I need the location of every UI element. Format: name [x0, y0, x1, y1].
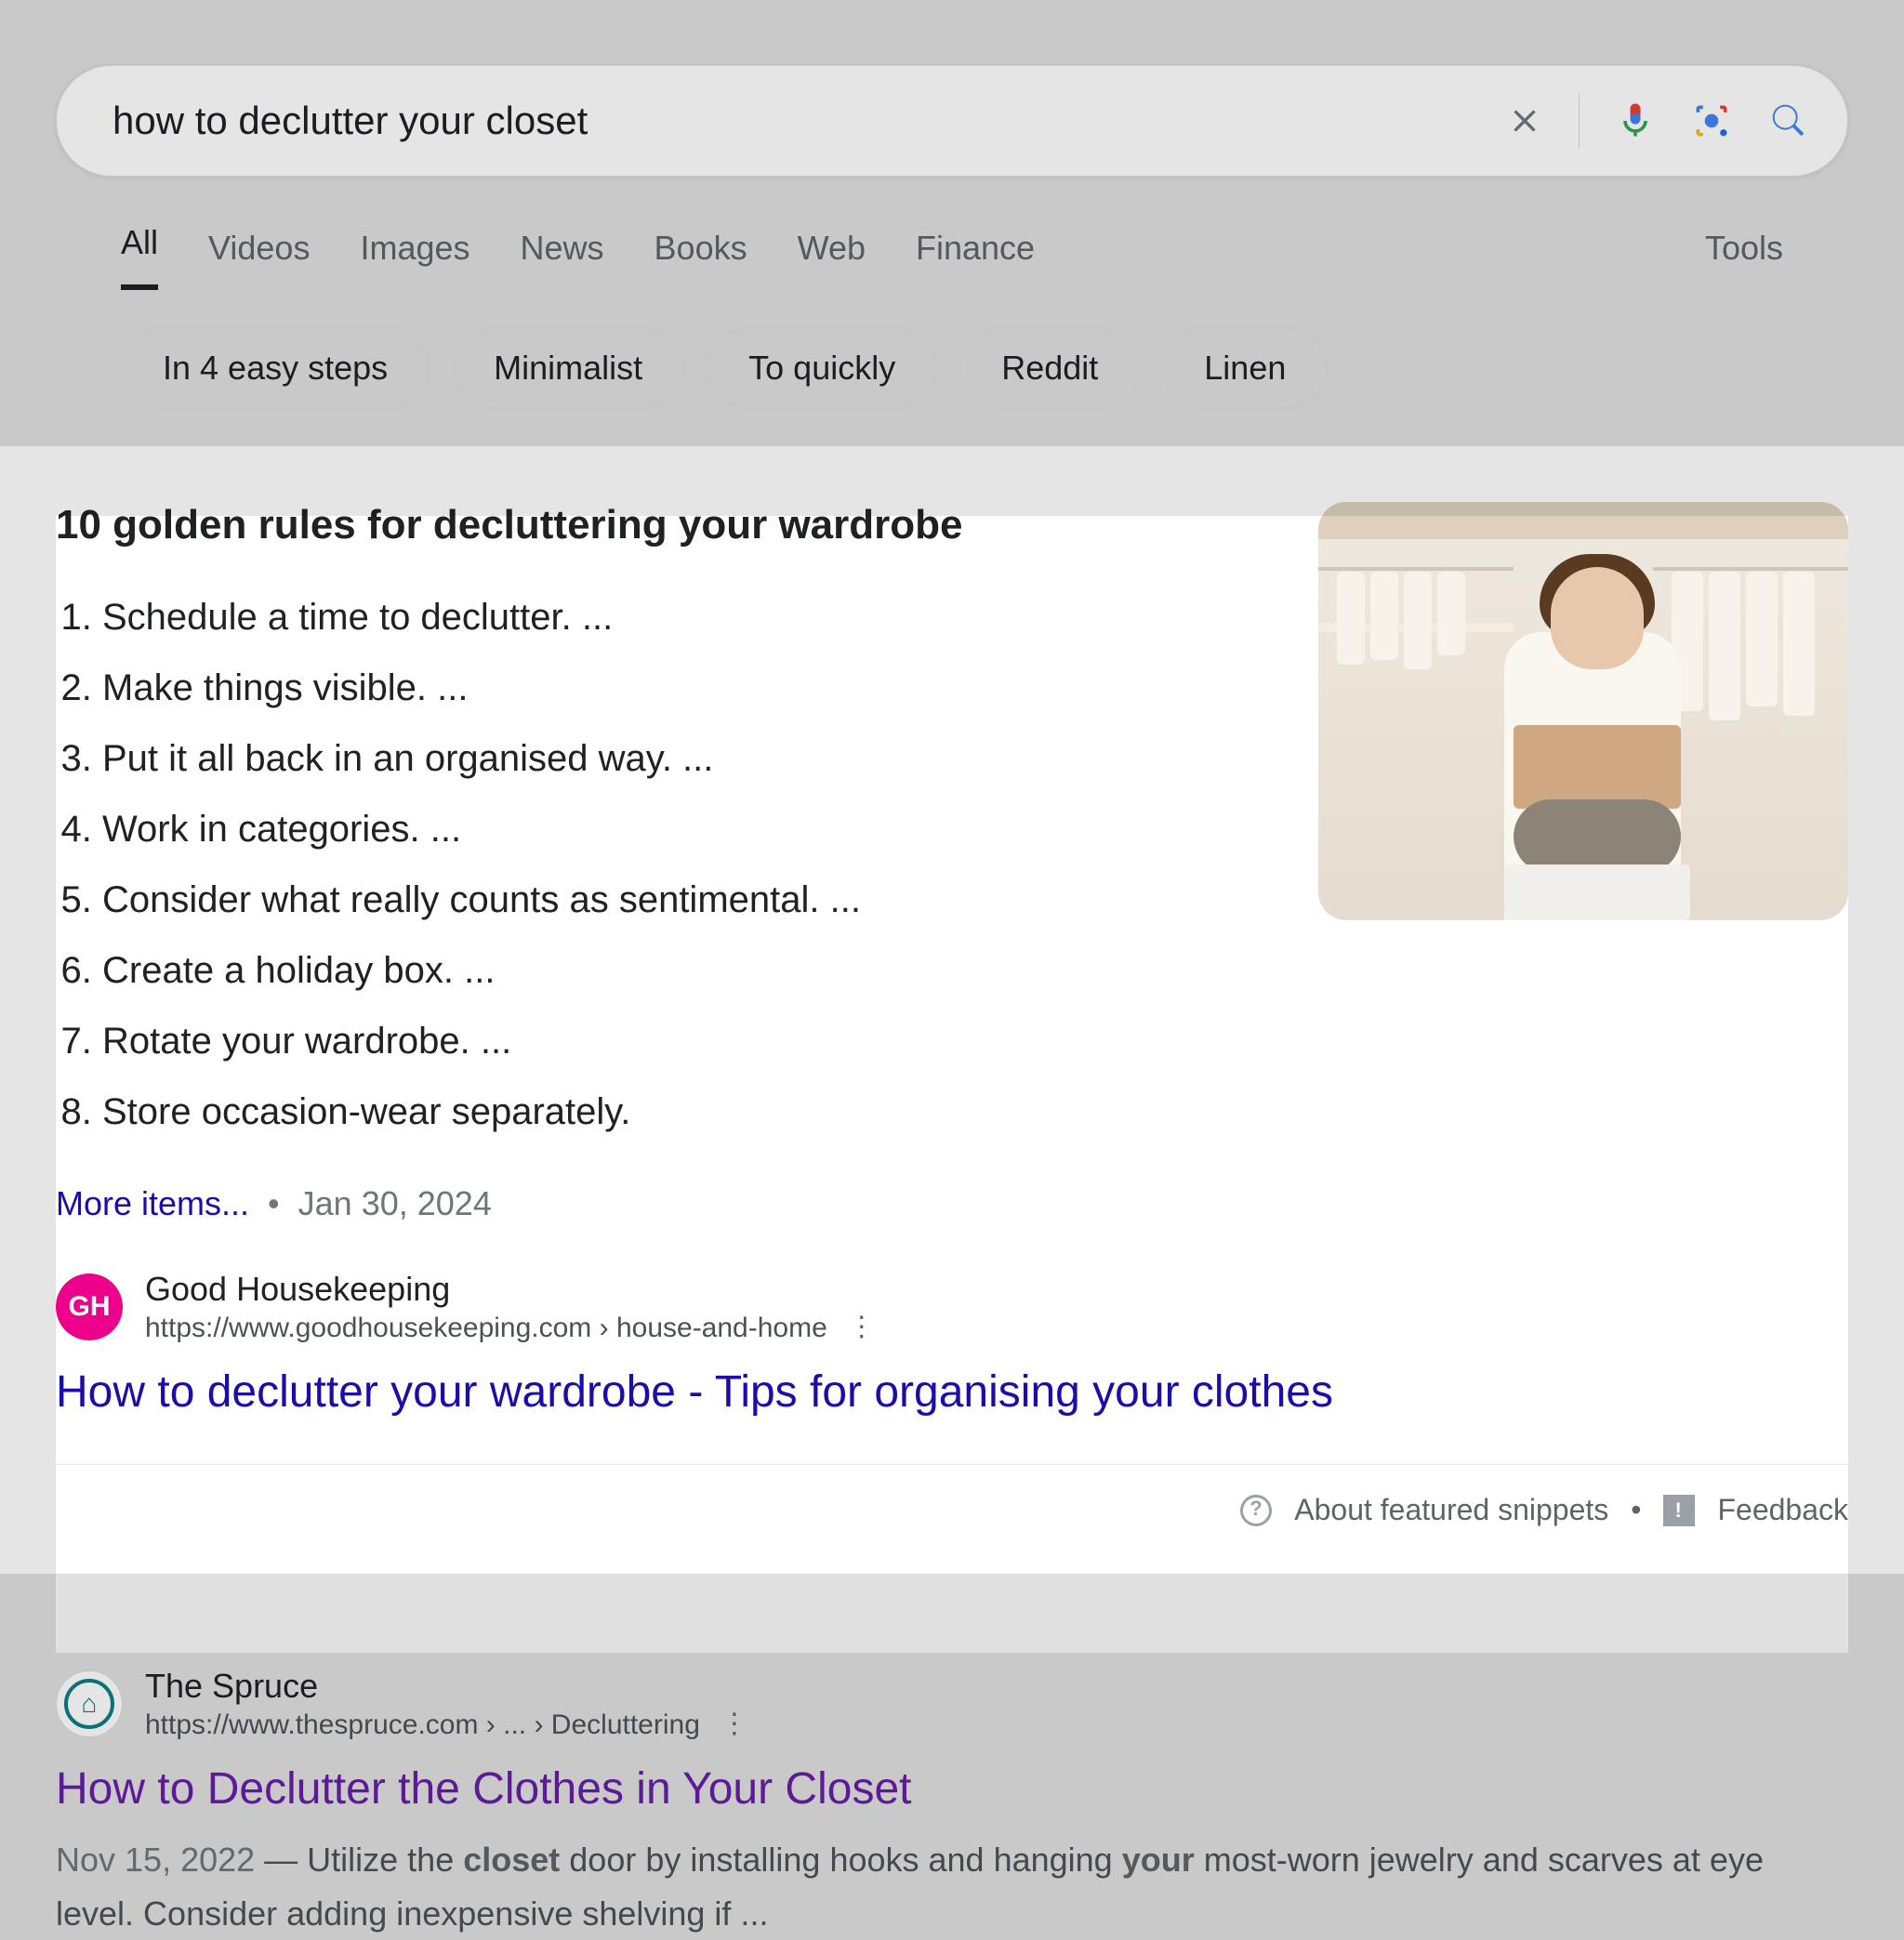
result-snippet: Nov 15, 2022 — Utilize the closet door b… — [56, 1833, 1848, 1940]
result-site-name: The Spruce — [145, 1667, 748, 1706]
tab-finance[interactable]: Finance — [916, 229, 1035, 290]
house-icon: ⌂ — [82, 1689, 98, 1719]
chip[interactable]: Linen — [1162, 327, 1328, 409]
featured-source: GH Good Housekeeping https://www.goodhou… — [56, 1270, 1848, 1418]
result-url: https://www.thespruce.com › ... › Declut… — [145, 1709, 700, 1741]
tab-images[interactable]: Images — [360, 229, 469, 290]
chip[interactable]: In 4 easy steps — [121, 327, 430, 409]
source-url: https://www.goodhousekeeping.com › house… — [145, 1313, 827, 1344]
list-item: Consider what really counts as sentiment… — [102, 864, 1272, 935]
featured-footer: About featured snippets • Feedback — [56, 1464, 1848, 1527]
separator-dot: • — [1631, 1493, 1641, 1527]
featured-snippet-image[interactable] — [1318, 502, 1848, 920]
tab-news[interactable]: News — [521, 229, 604, 290]
list-item: Create a holiday box. ... — [102, 935, 1272, 1006]
about-featured-snippets-link[interactable]: About featured snippets — [1294, 1493, 1608, 1527]
tools-button[interactable]: Tools — [1705, 229, 1783, 290]
favicon-thespruce: ⌂ — [56, 1670, 123, 1737]
featured-snippet-title: 10 golden rules for decluttering your wa… — [56, 502, 1272, 548]
search-result: ⌂ The Spruce https://www.thespruce.com ›… — [56, 1667, 1848, 1940]
snippet-text: door by installing hooks and hanging — [560, 1841, 1121, 1879]
featured-snippet-list: Schedule a time to declutter. ... Make t… — [56, 582, 1272, 1147]
help-icon — [1240, 1495, 1272, 1526]
feedback-icon — [1663, 1495, 1695, 1526]
tab-videos[interactable]: Videos — [208, 229, 310, 290]
search-results-page: All Videos Images News Books Web Finance… — [0, 0, 1904, 1940]
list-item: Put it all back in an organised way. ... — [102, 723, 1272, 794]
search-bar-icons — [1506, 93, 1810, 149]
clear-icon[interactable] — [1506, 102, 1543, 139]
separator-dot: • — [268, 1184, 280, 1223]
chip[interactable]: To quickly — [707, 327, 937, 409]
favicon-goodhousekeeping: GH — [56, 1274, 123, 1340]
tab-all[interactable]: All — [121, 223, 158, 290]
result-snippet-date: Nov 15, 2022 — [56, 1841, 255, 1879]
top-area: All Videos Images News Books Web Finance… — [0, 0, 1904, 446]
refinement-chips: In 4 easy steps Minimalist To quickly Re… — [56, 290, 1848, 446]
divider — [1579, 93, 1580, 149]
chip[interactable]: Minimalist — [452, 327, 684, 409]
more-items-link[interactable]: More items... — [56, 1184, 249, 1223]
list-item: Store occasion-wear separately. — [102, 1076, 1272, 1147]
snippet-highlight: closet — [463, 1841, 560, 1879]
voice-search-icon[interactable] — [1615, 100, 1656, 141]
feedback-link[interactable]: Feedback — [1717, 1493, 1848, 1527]
snippet-highlight: your — [1122, 1841, 1195, 1879]
tab-web[interactable]: Web — [798, 229, 866, 290]
tab-books[interactable]: Books — [654, 229, 747, 290]
list-item: Schedule a time to declutter. ... — [102, 582, 1272, 653]
result-menu-icon[interactable]: ⋮ — [721, 1708, 748, 1740]
result-title-link[interactable]: How to Declutter the Clothes in Your Clo… — [56, 1763, 1848, 1815]
search-tabs: All Videos Images News Books Web Finance… — [56, 223, 1848, 290]
snippet-text: — Utilize the — [255, 1841, 463, 1879]
organic-results: ⌂ The Spruce https://www.thespruce.com ›… — [0, 1574, 1904, 1940]
search-input[interactable] — [112, 99, 1506, 143]
search-bar — [56, 65, 1848, 177]
result-menu-icon[interactable]: ⋮ — [848, 1311, 876, 1343]
chip[interactable]: Reddit — [959, 327, 1140, 409]
source-site-name: Good Housekeeping — [145, 1270, 876, 1309]
featured-source-title-link[interactable]: How to declutter your wardrobe - Tips fo… — [56, 1366, 1848, 1418]
search-icon[interactable] — [1767, 99, 1810, 142]
list-item: Make things visible. ... — [102, 653, 1272, 723]
featured-snippet-date: Jan 30, 2024 — [298, 1184, 492, 1223]
lens-search-icon[interactable] — [1691, 100, 1732, 141]
list-item: Rotate your wardrobe. ... — [102, 1006, 1272, 1076]
featured-snippet: 10 golden rules for decluttering your wa… — [0, 446, 1904, 1574]
list-item: Work in categories. ... — [102, 794, 1272, 864]
